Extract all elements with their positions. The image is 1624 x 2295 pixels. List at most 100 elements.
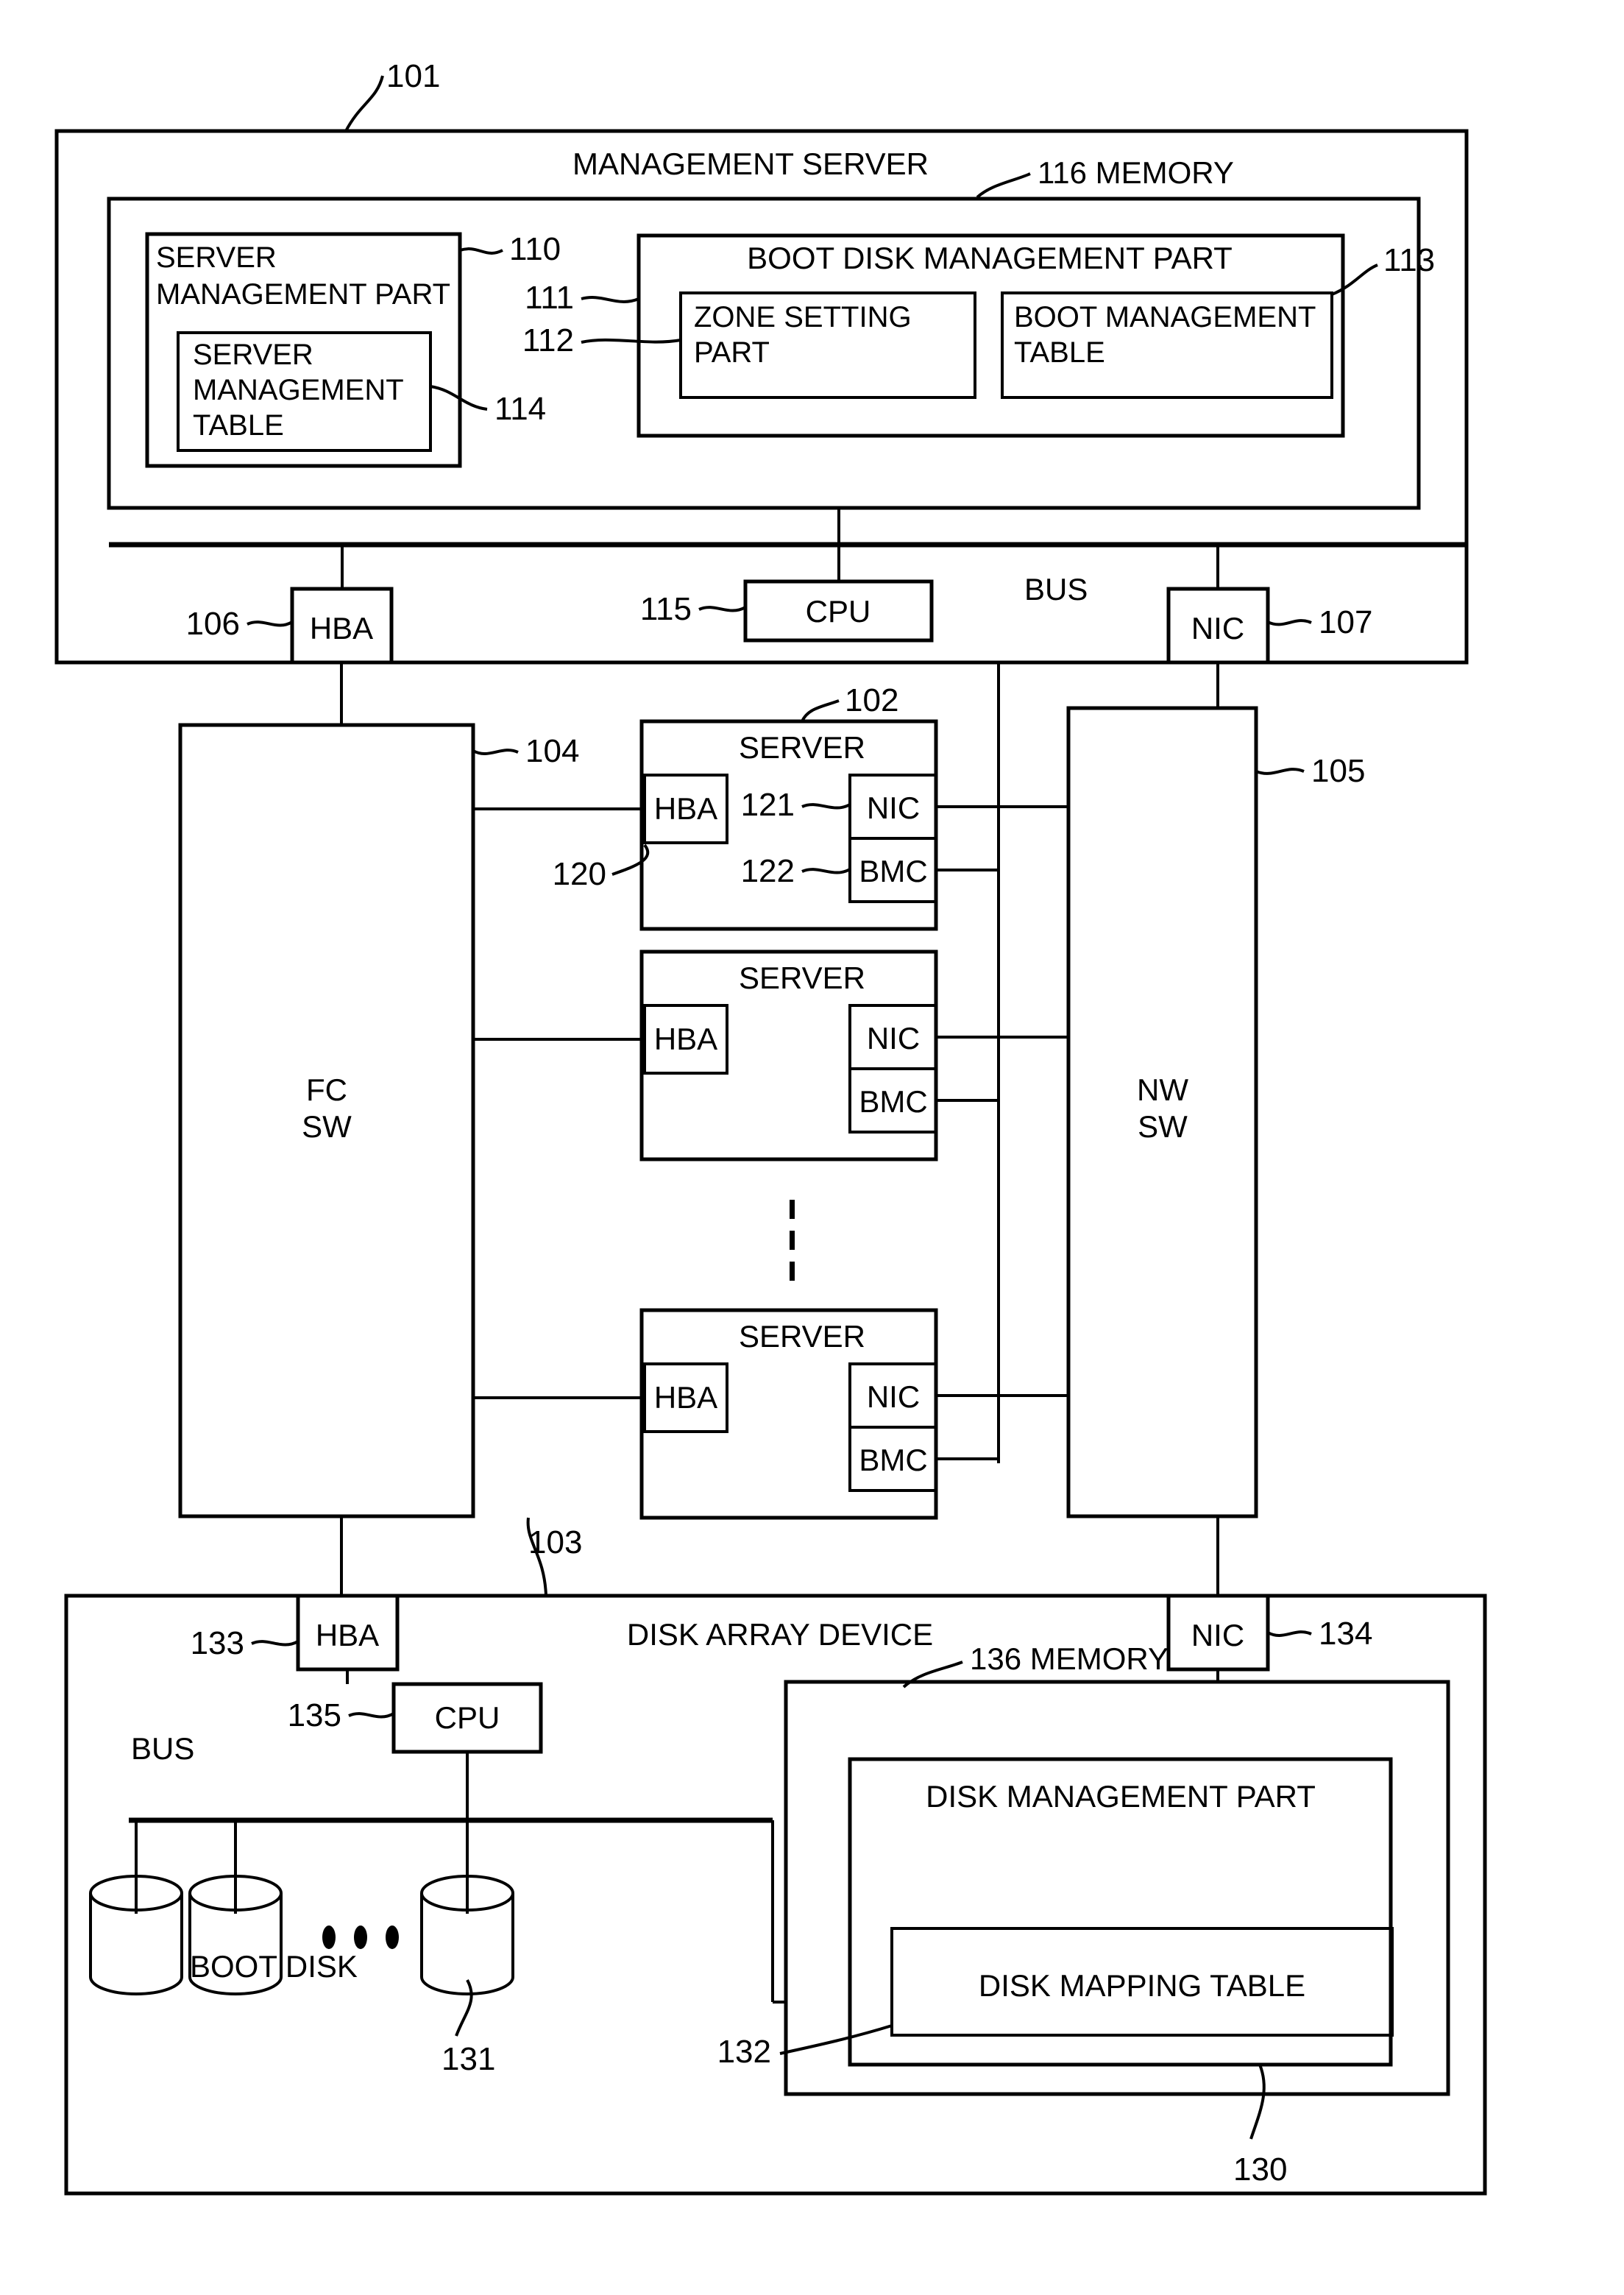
ref-101-leader bbox=[344, 75, 384, 132]
ref-113-leader bbox=[1331, 264, 1378, 296]
ref-104-label: 104 bbox=[525, 733, 579, 769]
ref-134-label: 134 bbox=[1319, 1616, 1372, 1652]
ref-114-label: 114 bbox=[494, 391, 546, 427]
ref-122-label: 122 bbox=[741, 853, 795, 889]
disk-array-memory-box bbox=[784, 1680, 1450, 2096]
ref-105-leader bbox=[1255, 768, 1305, 775]
disk-array-device-title: DISK ARRAY DEVICE bbox=[627, 1617, 933, 1652]
server-3-hba-label: HBA bbox=[654, 1380, 717, 1415]
ref-103-label: 103 bbox=[528, 1524, 582, 1560]
ref-131-label: 131 bbox=[442, 2041, 495, 2077]
ellipsis-dot-2 bbox=[790, 1231, 795, 1250]
ref-111-label: 111 bbox=[525, 280, 574, 316]
server-management-part-label-line1: SERVER bbox=[156, 241, 277, 274]
ref-131-leader bbox=[455, 1979, 473, 2037]
disk-ellipsis bbox=[322, 1926, 399, 1949]
ref-121-label: 121 bbox=[741, 787, 795, 823]
ref-107-leader bbox=[1267, 619, 1312, 626]
boot-disk-management-part-label: BOOT DISK MANAGEMENT PART bbox=[747, 241, 1233, 275]
fc-switch-label-line2: SW bbox=[302, 1109, 352, 1144]
memory-116-label: 116 MEMORY bbox=[1038, 155, 1234, 190]
ref-110-leader bbox=[459, 247, 503, 255]
management-server-title: MANAGEMENT SERVER bbox=[572, 146, 929, 181]
server-2-hba-label: HBA bbox=[654, 1022, 717, 1056]
disk-ellipsis-dot-1 bbox=[322, 1926, 336, 1949]
boot-management-table-line2: TABLE bbox=[1014, 336, 1105, 369]
disk-array-device-box bbox=[64, 1594, 1487, 2196]
server-management-table-line1: SERVER bbox=[193, 339, 313, 371]
server-1-group: SERVER 102 HBA 120 NIC BMC 121 122 bbox=[473, 682, 1068, 931]
ref-120-label: 120 bbox=[553, 856, 606, 892]
ref-133-leader bbox=[251, 1640, 299, 1647]
nw-switch-label-line2: SW bbox=[1138, 1109, 1188, 1144]
server-2-title: SERVER bbox=[739, 961, 865, 995]
server-management-table-line3: TABLE bbox=[193, 409, 284, 442]
server-2-bmc-label: BMC bbox=[859, 1084, 927, 1119]
disk-ellipsis-dot-2 bbox=[354, 1926, 367, 1949]
ref-106-leader bbox=[247, 620, 294, 627]
ref-133-label: 133 bbox=[191, 1625, 244, 1661]
management-server-hba-label: HBA bbox=[310, 611, 373, 646]
server-2-nic-label: NIC bbox=[867, 1021, 920, 1055]
ref-115-label: 115 bbox=[640, 591, 692, 627]
server-ellipsis bbox=[790, 1200, 795, 1281]
ref-113-label: 113 bbox=[1383, 242, 1435, 278]
server-3-bmc-label: BMC bbox=[859, 1443, 927, 1477]
ref-110-label: 110 bbox=[509, 231, 561, 267]
ellipsis-dot-3 bbox=[790, 1262, 795, 1281]
ref-121-leader bbox=[801, 803, 851, 810]
zone-setting-part-line1: ZONE SETTING bbox=[694, 301, 912, 333]
disk-mapping-table-label: DISK MAPPING TABLE bbox=[979, 1968, 1305, 2003]
block-diagram-svg: 101 MANAGEMENT SERVER 116 MEMORY SERVER … bbox=[54, 58, 1487, 2196]
nw-switch-group: NW SW 105 bbox=[1066, 662, 1365, 1518]
patent-figure-page: 101 MANAGEMENT SERVER 116 MEMORY SERVER … bbox=[0, 0, 1624, 2295]
ref-132-leader bbox=[779, 2024, 893, 2055]
disk-array-device-group: DISK ARRAY DEVICE 103 HBA 133 NIC 134 CP… bbox=[64, 1516, 1487, 2196]
management-server-group: 101 MANAGEMENT SERVER 116 MEMORY SERVER … bbox=[54, 58, 1469, 665]
server-3-title: SERVER bbox=[739, 1319, 865, 1354]
ref-105-label: 105 bbox=[1311, 753, 1365, 789]
ref-106-label: 106 bbox=[186, 606, 240, 642]
ref-135-label: 135 bbox=[288, 1697, 341, 1733]
ref-132-label: 132 bbox=[717, 2034, 771, 2070]
server-1-hba-label: HBA bbox=[654, 791, 717, 826]
ref-130-label: 130 bbox=[1233, 2151, 1287, 2188]
management-server-nic-label: NIC bbox=[1191, 611, 1244, 646]
server-1-nic-label: NIC bbox=[867, 791, 920, 825]
ref-101-label: 101 bbox=[386, 58, 440, 94]
management-server-cpu-label: CPU bbox=[806, 594, 871, 629]
server-management-table-line2: MANAGEMENT bbox=[193, 374, 404, 406]
server-3-group: SERVER HBA NIC BMC bbox=[473, 1308, 1068, 1520]
ref-102-leader bbox=[801, 699, 840, 722]
ref-130-leader bbox=[1249, 2064, 1266, 2140]
management-server-bus-label: BUS bbox=[1024, 572, 1088, 607]
server-2-group: SERVER HBA NIC BMC bbox=[473, 950, 1068, 1161]
fc-switch-group: FC SW 104 bbox=[178, 662, 579, 1518]
disk-array-hba-label: HBA bbox=[316, 1618, 379, 1652]
disk-array-cpu-label: CPU bbox=[435, 1700, 500, 1735]
ref-102-label: 102 bbox=[845, 682, 898, 718]
fc-switch-label-line1: FC bbox=[306, 1072, 347, 1107]
server-1-bmc-label: BMC bbox=[859, 854, 927, 888]
server-management-part-label-line2: MANAGEMENT PART bbox=[156, 278, 450, 311]
disk-memory-label: 136 MEMORY bbox=[970, 1641, 1169, 1676]
ref-122-leader bbox=[801, 868, 851, 874]
ref-134-leader bbox=[1267, 1630, 1312, 1637]
ref-115-leader bbox=[698, 606, 746, 612]
ref-111-leader bbox=[581, 296, 639, 303]
zone-setting-part-line2: PART bbox=[694, 336, 770, 369]
nw-switch-label-line1: NW bbox=[1137, 1072, 1188, 1107]
ref-107-label: 107 bbox=[1319, 604, 1372, 640]
disk-array-bus-label: BUS bbox=[131, 1731, 194, 1766]
ellipsis-dot-1 bbox=[790, 1200, 795, 1219]
ref-116-leader bbox=[976, 172, 1031, 199]
ref-112-leader bbox=[581, 338, 681, 344]
ref-104-leader bbox=[472, 749, 519, 755]
server-1-title: SERVER bbox=[739, 730, 865, 765]
disk-ellipsis-dot-3 bbox=[386, 1926, 399, 1949]
boot-management-table-line1: BOOT MANAGEMENT bbox=[1014, 301, 1316, 333]
disk-management-part-label: DISK MANAGEMENT PART bbox=[926, 1779, 1316, 1814]
ref-135-leader bbox=[348, 1712, 394, 1719]
ref-112-label: 112 bbox=[522, 322, 574, 358]
boot-disk-label: BOOT DISK bbox=[190, 1949, 358, 1984]
